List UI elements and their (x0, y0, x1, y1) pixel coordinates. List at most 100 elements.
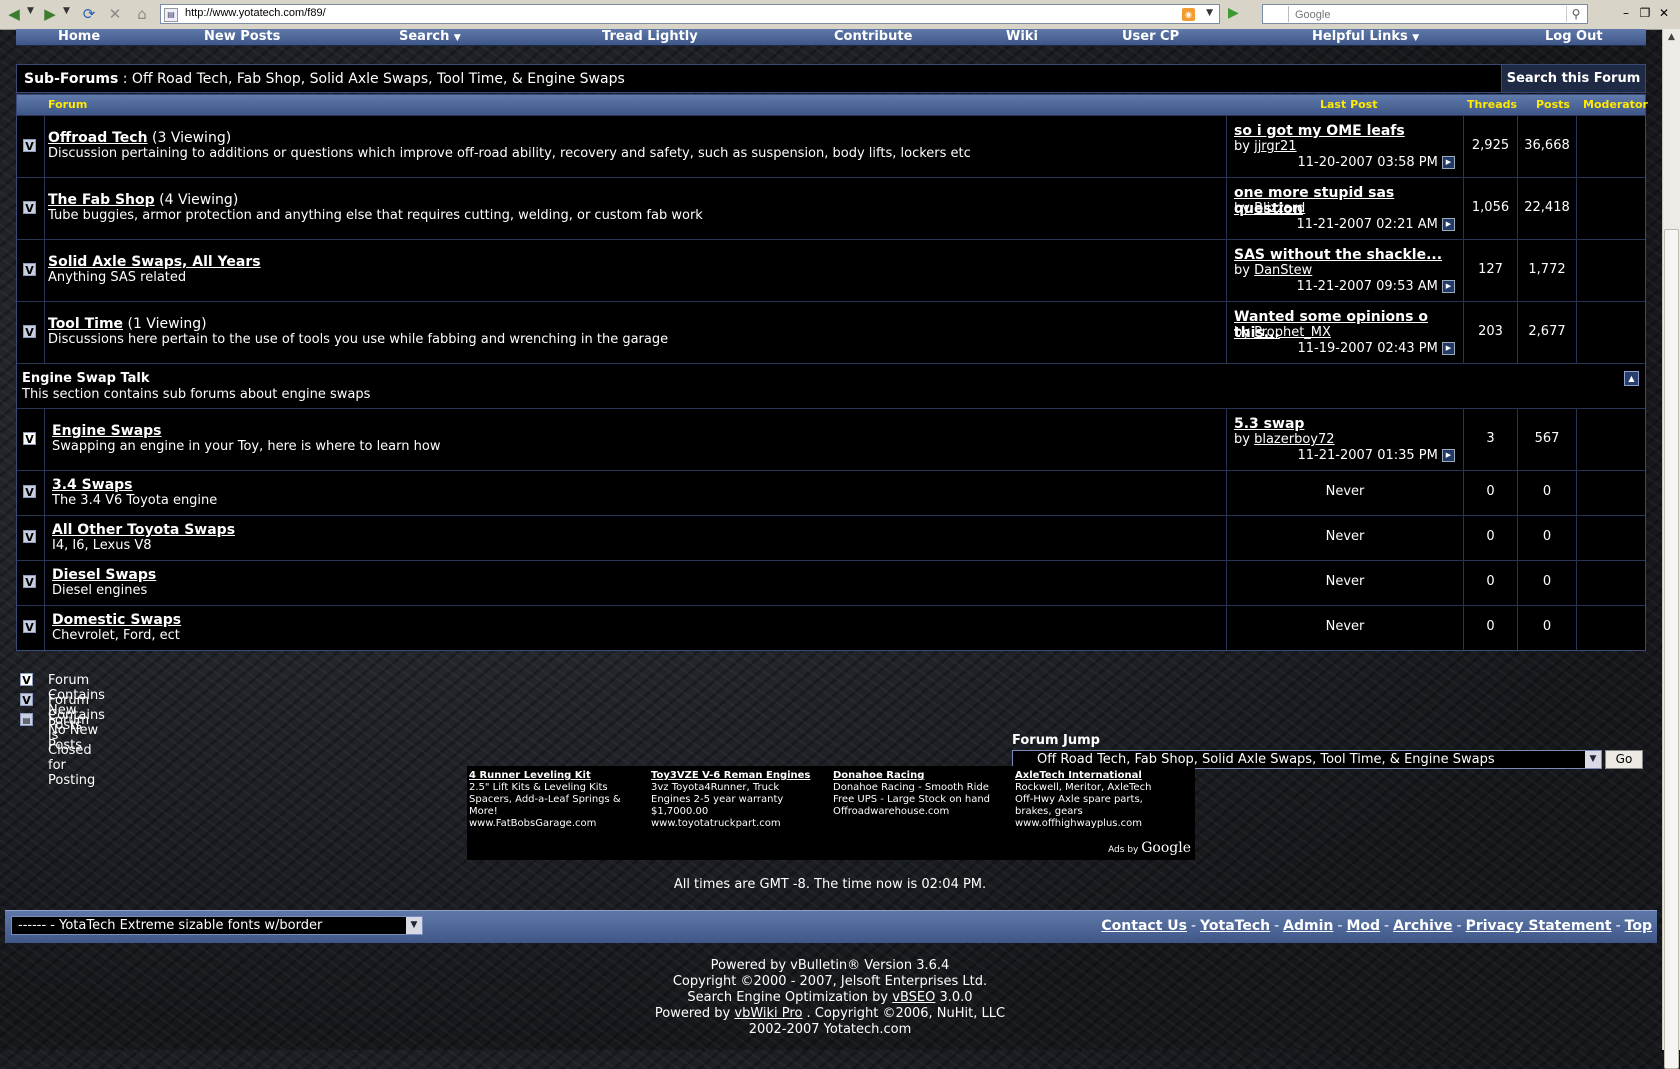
vbseo-link[interactable]: vBSEO (892, 990, 935, 1005)
subforums-label: Sub-Forums (24, 71, 119, 87)
vbwiki-link[interactable]: vbWiki Pro (734, 1006, 802, 1021)
last-post-date: 11-21-2007 (1296, 279, 1372, 294)
forum-link-offroad-tech[interactable]: Offroad Tech (48, 130, 148, 146)
goto-last-post-icon[interactable]: ▶ (1442, 342, 1455, 355)
nav-search[interactable]: Search ▼ (399, 29, 461, 46)
scroll-up-icon[interactable]: ▲ (1663, 29, 1680, 46)
last-post-user-link[interactable]: Prophet_MX (1254, 325, 1331, 340)
forum-description: Discussions here pertain to the use of t… (48, 332, 669, 347)
ad-title[interactable]: Toy3VZE V-6 Reman Engines (651, 770, 829, 782)
moderator-cell (1576, 302, 1646, 363)
forum-jump-go-button[interactable]: Go (1605, 750, 1643, 769)
ad-line: More! (469, 806, 498, 817)
nav-helpful-links[interactable]: Helpful Links ▼ (1312, 29, 1419, 46)
forum-name: Diesel Swaps (52, 567, 157, 583)
ad-item[interactable]: Donahoe Racing Donahoe Racing - Smooth R… (833, 770, 1011, 818)
ad-title[interactable]: AxleTech International (1015, 770, 1193, 782)
back-history-dropdown-icon[interactable]: ▼ (27, 6, 34, 16)
forum-link-engine-swaps[interactable]: Engine Swaps (52, 423, 162, 439)
collapse-icon[interactable]: ▲ (1624, 371, 1639, 386)
nav-log-out[interactable]: Log Out (1545, 29, 1603, 45)
nav-user-cp[interactable]: User CP (1122, 29, 1179, 45)
style-chooser-select[interactable]: ------ - YotaTech Extreme sizable fonts … (11, 916, 423, 935)
search-this-forum-button[interactable]: Search this Forum ▼ (1501, 65, 1645, 112)
last-post-user-link[interactable]: Blizzard (1254, 201, 1305, 216)
forum-link-diesel-swaps[interactable]: Diesel Swaps (52, 567, 156, 583)
last-post-time: 01:35 PM (1377, 448, 1438, 463)
forward-history-dropdown-icon[interactable]: ▼ (63, 6, 70, 16)
footer-link-mod[interactable]: Mod (1346, 918, 1380, 934)
ad-url: www.offhighwayplus.com (1015, 818, 1143, 829)
search-icon[interactable]: ⚲ (1566, 6, 1585, 22)
rss-feed-icon[interactable]: ◉ (1182, 8, 1195, 21)
ad-title[interactable]: 4 Runner Leveling Kit (469, 770, 647, 782)
search-input[interactable] (1293, 6, 1547, 23)
goto-last-post-icon[interactable]: ▶ (1442, 218, 1455, 231)
current-time: 02:04 PM (921, 877, 983, 892)
forum-link-all-other-toyota-swaps[interactable]: All Other Toyota Swaps (52, 522, 235, 538)
ads-by-google-link[interactable]: Ads by Google (1108, 840, 1191, 856)
footer-link-privacy-statement[interactable]: Privacy Statement (1466, 918, 1612, 934)
go-icon[interactable]: ▶ (1228, 5, 1239, 21)
footer-link-yotatech[interactable]: YotaTech (1200, 918, 1270, 934)
ad-item[interactable]: Toy3VZE V-6 Reman Engines 3vz Toyota4Run… (651, 770, 829, 830)
last-post-user-link[interactable]: jjrgr21 (1254, 139, 1296, 154)
last-post-title-link[interactable]: so i got my OME leafs (1234, 123, 1405, 139)
forum-viewing-count: (4 Viewing) (154, 192, 239, 208)
stop-icon[interactable]: ✕ (105, 5, 125, 23)
forward-icon[interactable]: ▶ (40, 5, 60, 23)
footer-links: Contact Us - YotaTech - Admin - Mod - Archive - Pr… (1101, 918, 1652, 934)
footer-link-admin[interactable]: Admin (1283, 918, 1333, 934)
ad-item[interactable]: 4 Runner Leveling Kit 2.5" Lift Kits & L… (469, 770, 647, 830)
address-bar[interactable]: ▤ http://www.yotatech.com/f89/ ◉ ▼ (160, 4, 1220, 24)
goto-last-post-icon[interactable]: ▶ (1442, 156, 1455, 169)
ad-title[interactable]: Donahoe Racing (833, 770, 1011, 782)
home-icon[interactable]: ⌂ (132, 5, 152, 23)
posts-count: 0 (1542, 574, 1552, 589)
footer-link-contact-us[interactable]: Contact Us (1101, 918, 1187, 934)
footer-link-archive[interactable]: Archive (1393, 918, 1452, 934)
nav-wiki[interactable]: Wiki (1006, 29, 1038, 45)
last-post-user-link[interactable]: blazerboy72 (1254, 432, 1334, 447)
timezone-prefix: All times are GMT -8. The time now is (673, 877, 922, 892)
nav-contribute[interactable]: Contribute (834, 29, 912, 45)
forum-link-3-4-swaps[interactable]: 3.4 Swaps (52, 477, 133, 493)
vertical-scrollbar[interactable]: ▲ (1662, 29, 1680, 1069)
nav-new-posts[interactable]: New Posts (204, 29, 280, 45)
forum-link-tool-time[interactable]: Tool Time (48, 316, 123, 332)
scrollbar-thumb[interactable] (1664, 229, 1679, 1069)
forum-link-solid-axle-swaps[interactable]: Solid Axle Swaps, All Years (48, 254, 261, 270)
forum-no-new-posts-icon: V (23, 530, 36, 544)
last-post-title-link[interactable]: 5.3 swap (1234, 416, 1304, 432)
close-icon[interactable]: ✕ (1656, 6, 1672, 20)
table-row: V Offroad Tech (3 Viewing) Discussion pe… (17, 115, 1645, 177)
last-post-date: 11-19-2007 (1297, 341, 1374, 356)
ad-url: www.toyotatruckpart.com (651, 818, 781, 829)
url-dropdown-icon[interactable]: ▼ (1206, 8, 1213, 18)
forum-link-domestic-swaps[interactable]: Domestic Swaps (52, 612, 181, 628)
last-post-user-link[interactable]: DanStew (1254, 263, 1312, 278)
forum-link-fab-shop[interactable]: The Fab Shop (48, 192, 155, 208)
subforums-colon: : (118, 71, 132, 87)
forum-navbar: Home New Posts Search ▼ Tread Lightly Co… (16, 29, 1646, 46)
goto-last-post-icon[interactable]: ▶ (1442, 280, 1455, 293)
ad-item[interactable]: AxleTech International Rockwell, Meritor… (1015, 770, 1193, 830)
forum-jump: Forum Jump Off Road Tech, Fab Shop, Soli… (1012, 733, 1643, 769)
back-icon[interactable]: ◀ (4, 5, 24, 23)
last-post-title-link[interactable]: SAS without the shackle... (1234, 247, 1442, 263)
minimize-icon[interactable]: – (1618, 6, 1634, 20)
last-post-time: 09:53 AM (1376, 279, 1438, 294)
google-ads-block: 4 Runner Leveling Kit 2.5" Lift Kits & L… (467, 766, 1195, 860)
last-post-time: 03:58 PM (1377, 155, 1438, 170)
google-engine-icon[interactable] (1265, 6, 1289, 22)
goto-last-post-icon[interactable]: ▶ (1442, 449, 1455, 462)
nav-tread-lightly[interactable]: Tread Lightly (602, 29, 698, 45)
reload-icon[interactable]: ⟳ (79, 5, 99, 23)
site-icon: ▤ (164, 8, 178, 22)
table-row: V All Other Toyota Swaps I4, I6, Lexus V… (17, 515, 1645, 560)
forum-status-cell: V (17, 116, 45, 177)
nav-home[interactable]: Home (58, 29, 100, 45)
restore-icon[interactable]: ❐ (1637, 6, 1653, 20)
footer-link-top[interactable]: Top (1625, 918, 1652, 934)
last-post-cell: Never (1226, 606, 1463, 650)
